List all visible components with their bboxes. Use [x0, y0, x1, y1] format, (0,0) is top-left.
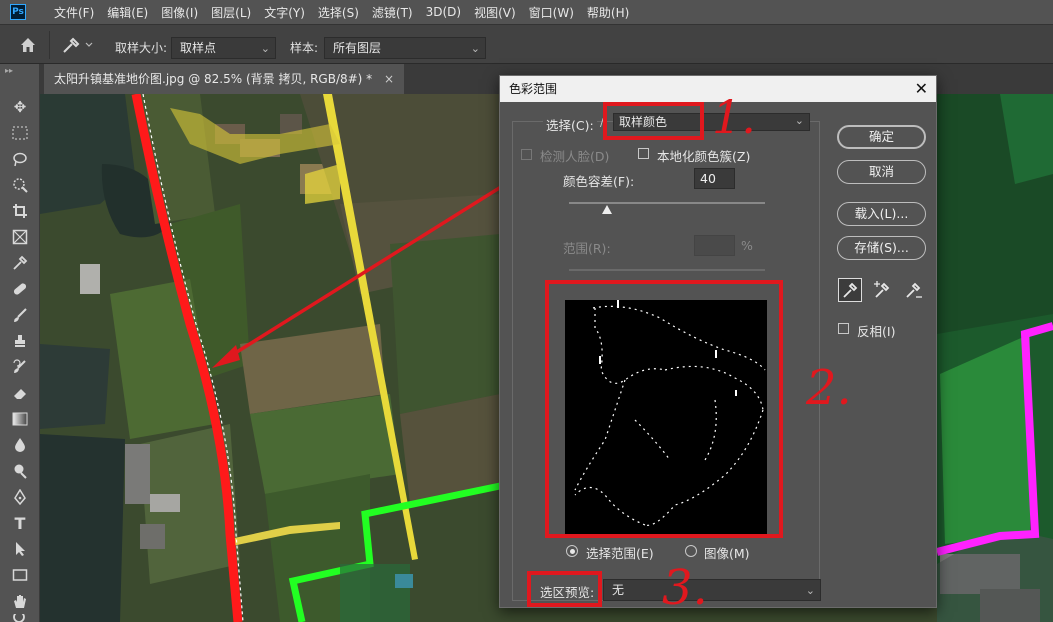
range-unit: %: [741, 238, 753, 253]
annotation-box-selection-preview: [527, 571, 602, 607]
annotation-number-1: 1.: [712, 90, 756, 144]
selection-preview-select[interactable]: 无 ⌄: [603, 579, 821, 601]
localized-clusters-label: 本地化颜色簇(Z): [657, 149, 751, 164]
radio-selection[interactable]: [566, 545, 578, 557]
close-icon[interactable]: ✕: [915, 76, 928, 102]
ok-button[interactable]: 确定: [837, 125, 926, 149]
eyedropper-plus-icon[interactable]: [871, 279, 893, 301]
annotation-box-preview: [545, 280, 783, 538]
save-button[interactable]: 存储(S)...: [837, 236, 926, 260]
eyedropper-minus-icon[interactable]: [902, 279, 924, 301]
range-label: 范围(R):: [563, 241, 611, 256]
chevron-down-icon: ⌄: [805, 584, 815, 597]
fuzziness-slider-track[interactable]: [569, 202, 765, 204]
load-button[interactable]: 载入(L)...: [837, 202, 926, 226]
selection-preview-value: 无: [612, 583, 625, 597]
invert-label: 反相(I): [857, 324, 896, 339]
localized-clusters-checkbox[interactable]: [638, 148, 649, 159]
range-slider-track: [569, 269, 765, 271]
cancel-button[interactable]: 取消: [837, 160, 926, 184]
eyedropper-icon[interactable]: [838, 278, 862, 302]
detect-faces-checkbox[interactable]: [521, 149, 532, 160]
detect-faces-label: 检测人脸(D): [540, 149, 610, 164]
annotation-number-3: 3.: [662, 560, 708, 616]
radio-image-label: 图像(M): [704, 546, 750, 561]
invert-checkbox[interactable]: [838, 323, 849, 334]
fuzziness-value: 40: [700, 171, 716, 186]
fuzziness-slider-thumb[interactable]: [602, 205, 612, 214]
chevron-down-icon: ⌄: [794, 114, 804, 127]
annotation-box-select: [603, 102, 704, 140]
range-input[interactable]: [694, 235, 735, 256]
fuzziness-label: 颜色容差(F):: [563, 174, 635, 189]
radio-image[interactable]: [685, 545, 697, 557]
annotation-number-2: 2.: [806, 360, 852, 416]
radio-selection-label: 选择范围(E): [586, 546, 654, 561]
select-label: 选择(C):: [543, 115, 597, 134]
fuzziness-input[interactable]: 40: [694, 168, 735, 189]
